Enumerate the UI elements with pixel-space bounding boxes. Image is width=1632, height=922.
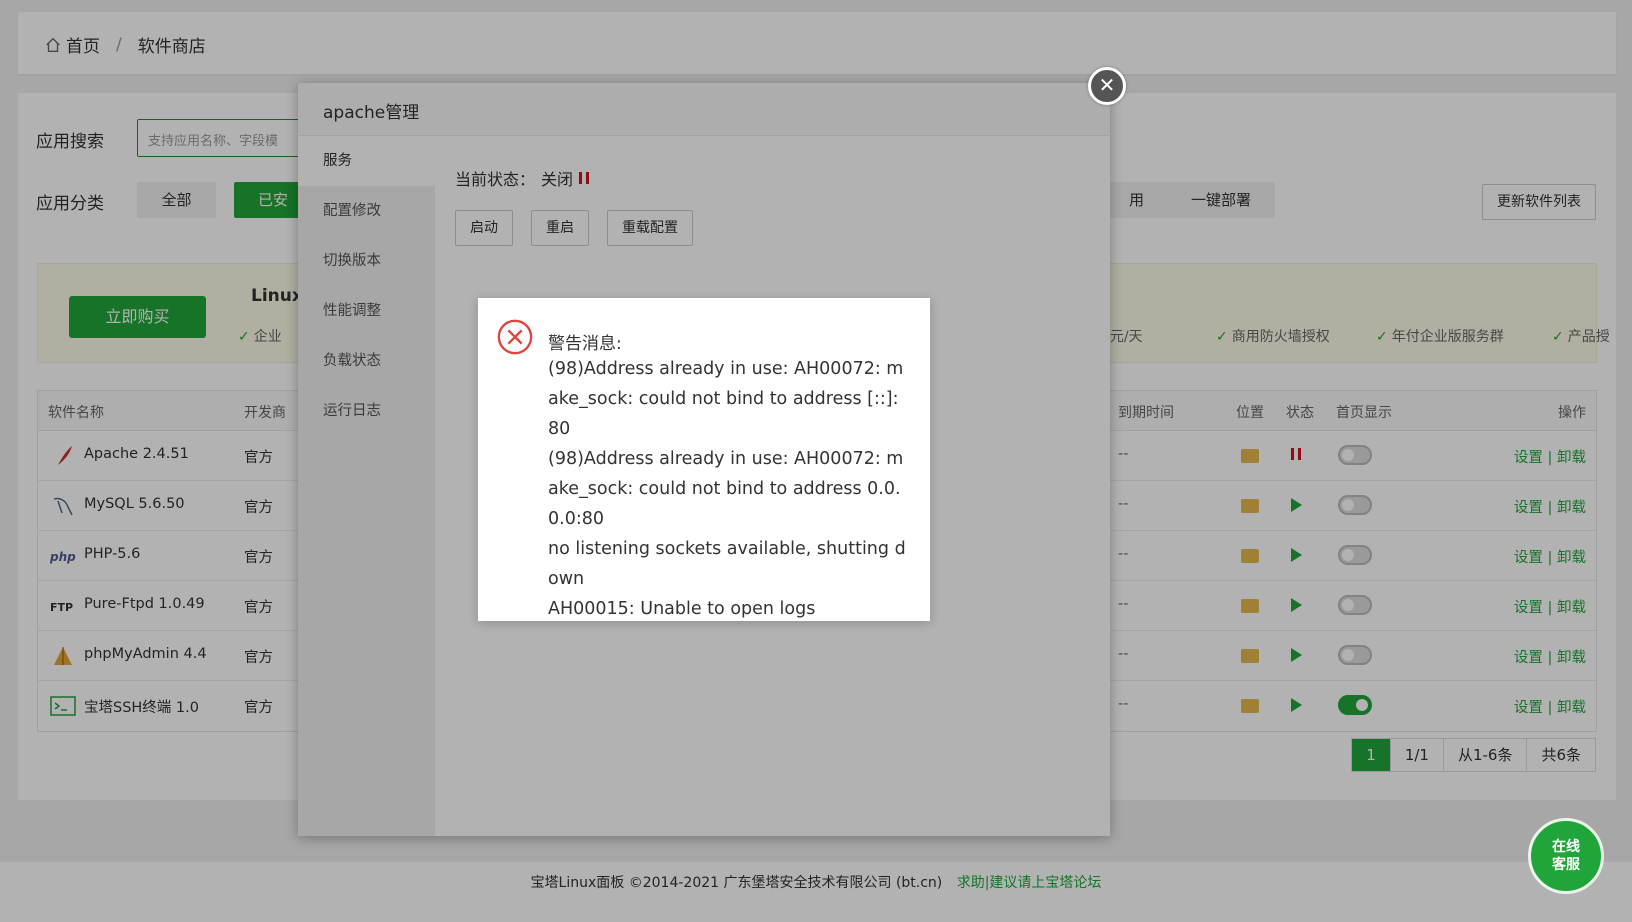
close-icon: ✕ <box>1098 73 1116 97</box>
chat-line2: 客服 <box>1552 857 1580 873</box>
alert-message: (98)Address already in use: AH00072: mak… <box>548 359 906 619</box>
error-x-icon <box>497 319 533 355</box>
warning-alert: 警告消息: (98)Address already in use: AH0007… <box>478 298 930 621</box>
chat-line1: 在线 <box>1552 839 1580 855</box>
modal-close-button[interactable]: ✕ <box>1088 67 1126 105</box>
alert-title: 警告消息: <box>548 334 622 354</box>
online-support-button[interactable]: 在线 客服 <box>1528 818 1604 894</box>
